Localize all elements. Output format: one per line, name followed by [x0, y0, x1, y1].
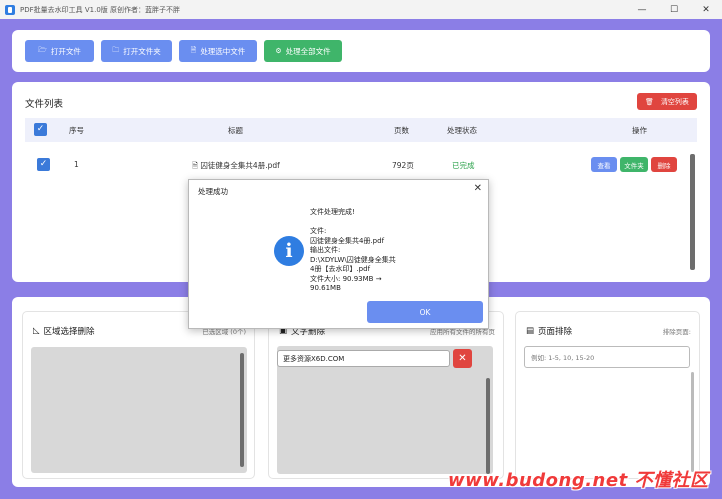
gear-icon: ⚙: [275, 47, 282, 55]
row-checkbox[interactable]: ✓: [37, 158, 50, 171]
dialog-title: 处理成功: [198, 187, 228, 196]
open-file-label: 打开文件: [50, 46, 81, 56]
column-actions: 操作: [632, 126, 647, 135]
window-titlebar: PDF批量去水印工具 V1.0版 原创作者：蓝胖子不胖 — ☐ ✕: [0, 0, 722, 19]
text-list-scrollbar[interactable]: [486, 378, 490, 474]
delete-text-button[interactable]: ✕: [453, 349, 472, 368]
process-all-label: 处理全部文件: [285, 46, 331, 56]
region-select-icon: ◺: [33, 326, 40, 336]
dialog-close-icon[interactable]: ✕: [474, 183, 482, 194]
close-window-button[interactable]: ✕: [690, 0, 722, 19]
page-exclude-input[interactable]: 例如: 1-5, 10, 15-20: [524, 346, 690, 368]
open-folder-row-button[interactable]: 文件夹: [620, 157, 648, 172]
page-exclude-label: 排除页面:: [662, 328, 691, 336]
clear-list-button[interactable]: 🗑 清空列表: [637, 93, 697, 110]
minimize-button[interactable]: —: [626, 0, 658, 19]
region-panel-title-text: 区域选择删除: [43, 327, 95, 337]
maximize-button[interactable]: ☐: [658, 0, 690, 19]
folder-icon: 🗀: [112, 45, 120, 54]
page-panel-scrollbar[interactable]: [691, 372, 694, 472]
folder-open-icon: 🗁: [38, 45, 47, 54]
text-delete-panel: ▣ 文字删除 应用所有文件的所有页 更多资源X6D.COM ✕: [268, 311, 504, 479]
column-title: 标题: [228, 126, 243, 135]
ok-button[interactable]: OK: [367, 301, 483, 323]
watermark-text-input[interactable]: 更多资源X6D.COM: [277, 350, 450, 367]
app-icon: [5, 4, 15, 15]
region-scrollbar[interactable]: [240, 353, 244, 467]
trash-icon: 🗑: [645, 97, 654, 106]
column-index: 序号: [69, 126, 84, 135]
process-selected-label: 处理选中文件: [200, 46, 246, 56]
column-pages: 页数: [394, 126, 409, 135]
window-title: PDF批量去水印工具 V1.0版 原创作者：蓝胖子不胖: [20, 5, 181, 14]
delete-row-button[interactable]: 删除: [651, 157, 677, 172]
view-button[interactable]: 查看: [591, 157, 617, 172]
file-icon: 🗎: [190, 45, 197, 54]
table-row[interactable]: ✓ 1 🗎 囚徒健身全集共4册.pdf 792页 已完成 查看 文件夹 删除: [25, 144, 697, 184]
row-pages: 792页: [392, 161, 414, 170]
select-all-checkbox[interactable]: ✓: [34, 123, 47, 136]
region-preview-area[interactable]: [31, 347, 247, 473]
page-panel-title: ▤ 页面排除: [526, 325, 572, 337]
open-file-button[interactable]: 🗁 打开文件: [25, 40, 94, 62]
row-title: 🗎 囚徒健身全集共4册.pdf: [192, 160, 280, 173]
page-panel-title-text: 页面排除: [538, 327, 573, 337]
clear-list-label: 清空列表: [660, 97, 689, 106]
page-icon: ▤: [526, 326, 535, 336]
site-watermark-banner: www.budong.net 不懂社区: [448, 470, 709, 491]
region-panel-title: ◺ 区域选择删除: [33, 325, 95, 337]
region-delete-panel: ◺ 区域选择删除 已选区域 (0个): [22, 311, 255, 479]
info-icon: i: [274, 236, 304, 266]
file-list-title: 文件列表: [25, 99, 64, 110]
toolbar: 🗁 打开文件 🗀 打开文件夹 🗎 处理选中文件 ⚙ 处理全部文件: [12, 30, 710, 72]
close-icon: ✕: [458, 353, 467, 364]
page-exclude-panel: ▤ 页面排除 排除页面: 例如: 1-5, 10, 15-20: [515, 311, 700, 479]
process-all-button[interactable]: ⚙ 处理全部文件: [264, 40, 342, 62]
open-folder-button[interactable]: 🗀 打开文件夹: [101, 40, 172, 62]
table-header: ✓ 序号 标题 页数 处理状态 操作: [25, 118, 697, 142]
row-status: 已完成: [452, 161, 475, 170]
success-dialog: 处理成功 ✕ i 文件处理完成! 文件: 囚徒健身全集共4册.pdf 输出文件:…: [188, 179, 489, 329]
column-status: 处理状态: [447, 126, 477, 135]
window-controls: — ☐ ✕: [626, 0, 722, 19]
file-list-scrollbar[interactable]: [690, 154, 695, 270]
process-selected-button[interactable]: 🗎 处理选中文件: [179, 40, 257, 62]
open-folder-label: 打开文件夹: [123, 46, 161, 56]
row-index: 1: [74, 160, 79, 169]
dialog-message: 文件处理完成! 文件: 囚徒健身全集共4册.pdf 输出文件: D:\XDYLW…: [310, 208, 396, 292]
row-title-text: 囚徒健身全集共4册.pdf: [200, 161, 280, 170]
